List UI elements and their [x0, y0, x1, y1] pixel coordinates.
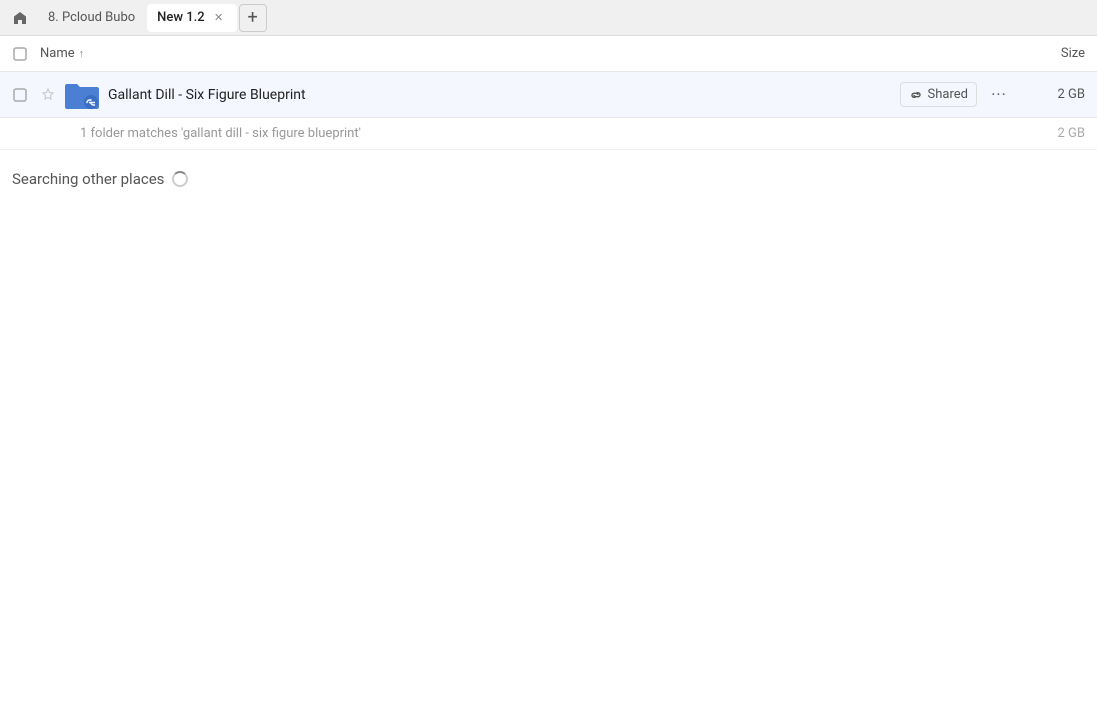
match-text: 1 folder matches 'gallant dill - six fig…	[80, 126, 1025, 141]
folder-icon	[65, 80, 99, 110]
name-column-label: Name	[40, 46, 75, 61]
loading-spinner	[172, 171, 188, 187]
size-column-header[interactable]: Size	[1005, 46, 1085, 61]
file-size-label: 2 GB	[1025, 87, 1085, 102]
sort-indicator: ↑	[79, 47, 85, 60]
file-checkbox[interactable]	[12, 87, 40, 103]
tab-pcloud-bubo-label: 8. Pcloud Bubo	[48, 10, 135, 25]
add-tab-icon: +	[248, 7, 258, 28]
more-options-button[interactable]: ···	[985, 81, 1013, 109]
tab-pcloud-bubo[interactable]: 8. Pcloud Bubo	[38, 4, 145, 32]
home-tab[interactable]	[4, 4, 36, 32]
add-tab-button[interactable]: +	[239, 4, 267, 32]
link-icon	[909, 88, 923, 102]
tab-new-1-2[interactable]: New 1.2 ✕	[147, 4, 236, 32]
shared-label: Shared	[928, 87, 968, 102]
match-size: 2 GB	[1025, 126, 1085, 141]
tab-new-1-2-label: New 1.2	[157, 10, 204, 25]
match-info-row: 1 folder matches 'gallant dill - six fig…	[0, 118, 1097, 150]
name-column-header[interactable]: Name ↑	[40, 46, 1005, 61]
searching-text: Searching other places	[12, 170, 164, 188]
tab-new-1-2-close[interactable]: ✕	[211, 10, 227, 26]
shared-badge[interactable]: Shared	[900, 82, 977, 107]
tab-bar: 8. Pcloud Bubo New 1.2 ✕ +	[0, 0, 1097, 36]
more-icon: ···	[991, 87, 1007, 103]
select-all-checkbox[interactable]	[12, 46, 40, 62]
star-icon[interactable]	[40, 87, 64, 103]
file-list-row[interactable]: Gallant Dill - Six Figure Blueprint Shar…	[0, 72, 1097, 118]
folder-icon-wrap	[64, 77, 100, 113]
size-column-label: Size	[1061, 46, 1085, 61]
column-header: Name ↑ Size	[0, 36, 1097, 72]
file-name-label: Gallant Dill - Six Figure Blueprint	[108, 87, 900, 103]
searching-row: Searching other places	[0, 150, 1097, 208]
